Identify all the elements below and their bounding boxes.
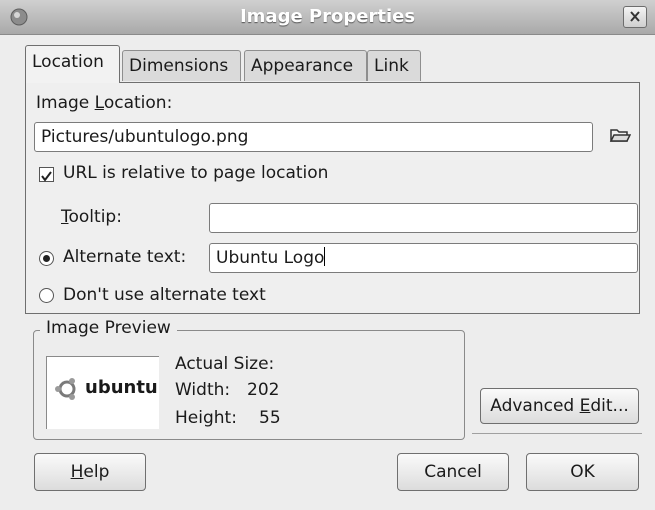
checkmark-icon: [41, 171, 52, 182]
advanced-edit-button[interactable]: Advanced Edit...: [480, 388, 639, 424]
tooltip-input[interactable]: [209, 203, 638, 233]
relative-url-label: URL is relative to page location: [63, 163, 329, 183]
no-alt-text-label: Don't use alternate text: [63, 285, 266, 305]
actual-size-label: Actual Size:: [175, 354, 275, 374]
separator: [472, 433, 642, 434]
tab-dimensions[interactable]: Dimensions: [122, 50, 241, 81]
close-icon: [630, 11, 640, 22]
image-location-label: Image Location:: [36, 93, 173, 113]
alt-text-radio[interactable]: [39, 251, 54, 266]
tab-link-label: Link: [374, 56, 409, 76]
close-button[interactable]: [623, 6, 647, 28]
tooltip-label: Tooltip:: [61, 207, 122, 227]
tab-link[interactable]: Link: [367, 50, 421, 81]
tab-appearance-label: Appearance: [251, 56, 354, 76]
height-value: 55: [259, 408, 281, 428]
tab-dimensions-label: Dimensions: [129, 56, 229, 76]
cancel-button[interactable]: Cancel: [397, 453, 509, 491]
image-preview-title: Image Preview: [40, 318, 177, 338]
image-location-input[interactable]: Pictures/ubuntulogo.png: [34, 122, 593, 152]
tab-appearance[interactable]: Appearance: [244, 50, 367, 81]
location-panel: Image Location: Pictures/ubuntulogo.png …: [25, 82, 640, 314]
title-bar: Image Properties: [0, 0, 655, 35]
tab-location-label: Location: [32, 52, 104, 72]
ubuntu-logo-text: ubuntu: [85, 377, 158, 398]
tab-location[interactable]: Location: [25, 45, 120, 83]
ok-button[interactable]: OK: [526, 453, 639, 491]
relative-url-checkbox[interactable]: [39, 167, 54, 182]
help-button[interactable]: Help: [34, 453, 146, 491]
alt-text-label: Alternate text:: [63, 247, 187, 267]
width-label: Width:: [175, 380, 231, 400]
ubuntu-logo: [55, 378, 76, 400]
width-value: 202: [247, 380, 280, 400]
window-title: Image Properties: [239, 6, 416, 27]
alt-text-input[interactable]: Ubuntu Logo: [209, 243, 638, 273]
image-preview: ubuntu: [46, 356, 159, 429]
height-label: Height:: [175, 408, 237, 428]
folder-open-icon[interactable]: [609, 125, 631, 145]
no-alt-text-radio[interactable]: [39, 288, 54, 303]
